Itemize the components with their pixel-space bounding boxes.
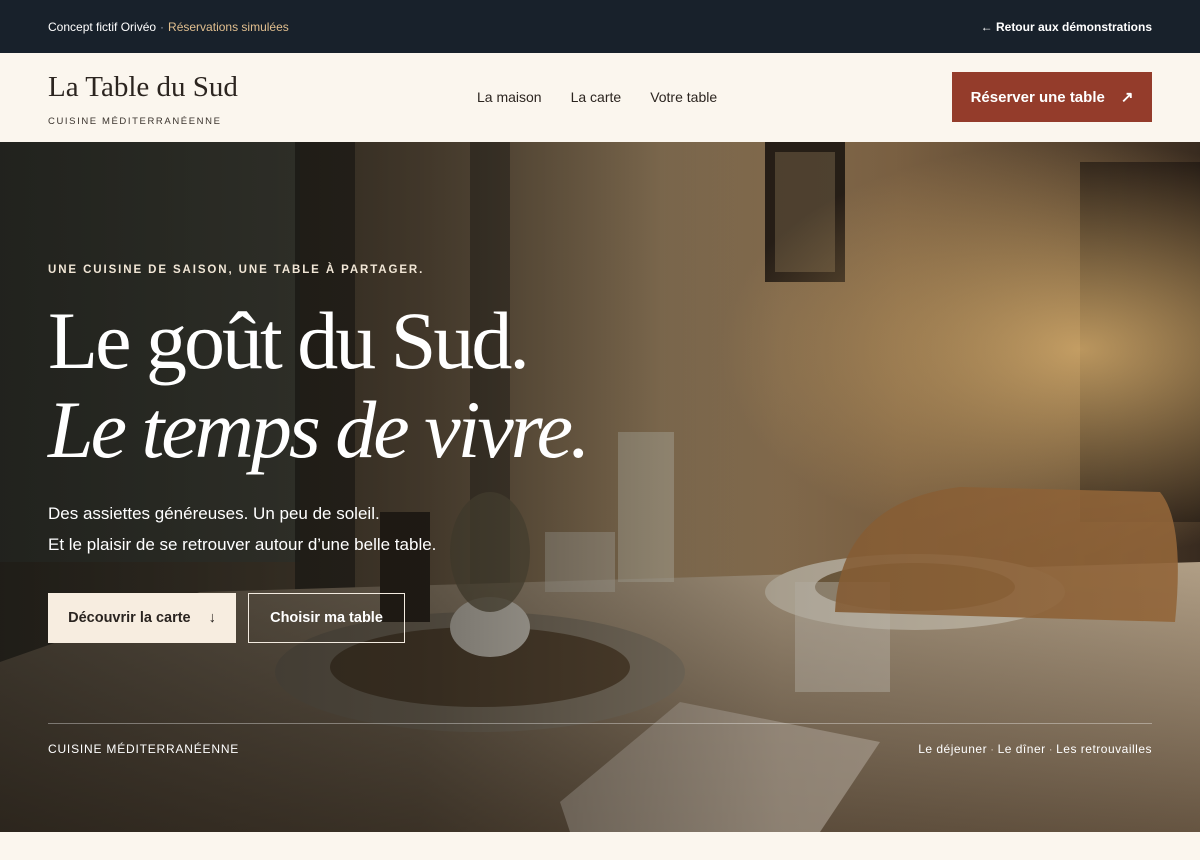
- brand-name: La Table du Sud: [48, 70, 238, 103]
- choose-table-label: Choisir ma table: [270, 610, 383, 626]
- nav-item-la-maison[interactable]: La maison: [477, 89, 542, 105]
- concept-label: Concept fictif Orivéo: [48, 19, 157, 34]
- main-nav: La maison La carte Votre table: [477, 89, 717, 105]
- hero-lead-line-2: Et le plaisir de se retrouver autour d’u…: [48, 535, 437, 554]
- hero-footer-cuisine: CUISINE MÉDITERRANÉENNE: [48, 742, 240, 756]
- hero-lead-line-1: Des assiettes généreuses. Un peu de sole…: [48, 504, 380, 523]
- demo-topbar: Concept fictif Orivéo · Réservations simul…: [0, 0, 1200, 53]
- separator-dot: ·: [160, 19, 165, 34]
- separator-dot: ·: [1048, 742, 1054, 756]
- arrow-down-icon: ↓: [208, 610, 216, 626]
- hero-headline-line-1: Le goût du Sud.: [48, 295, 530, 386]
- simulated-label: Réservations simulées: [168, 19, 289, 34]
- reserve-table-button[interactable]: Réserver une table ↗: [952, 72, 1152, 122]
- occasion-diner: Le dîner: [997, 742, 1046, 756]
- discover-menu-button[interactable]: Découvrir la carte ↓: [48, 593, 236, 643]
- brand-tagline: CUISINE MÉDITERRANÉENNE: [48, 115, 222, 127]
- site-header: La Table du Sud CUISINE MÉDITERRANÉENNE …: [0, 53, 1200, 142]
- choose-table-button[interactable]: Choisir ma table: [248, 593, 405, 643]
- demo-notice: Concept fictif Orivéo · Réservations simul…: [48, 20, 289, 34]
- reserve-button-label: Réserver une table: [970, 88, 1105, 106]
- brand[interactable]: La Table du Sud CUISINE MÉDITERRANÉENNE: [48, 69, 348, 127]
- occasion-retrouvailles: Les retrouvailles: [1056, 742, 1152, 756]
- nav-item-votre-table[interactable]: Votre table: [650, 89, 717, 105]
- hero-overlay: [0, 142, 1200, 832]
- hero-footer-occasions: Le déjeuner · Le dîner · Les retrouvailles: [918, 742, 1152, 756]
- hero-section: UNE CUISINE DE SAISON, UNE TABLE À PARTA…: [0, 142, 1200, 832]
- page-bottom-strip: [0, 832, 1200, 860]
- hero-eyebrow: UNE CUISINE DE SAISON, UNE TABLE À PARTA…: [48, 264, 425, 276]
- occasion-dejeuner: Le déjeuner: [918, 742, 988, 756]
- back-to-demos-link[interactable]: ← Retour aux démonstrations: [981, 20, 1152, 34]
- external-arrow-icon: ↗: [1120, 89, 1134, 106]
- discover-menu-label: Découvrir la carte: [68, 610, 191, 626]
- hero-headline-line-2: Le temps de vivre.: [48, 384, 591, 475]
- hero-divider: [48, 723, 1152, 724]
- separator-dot: ·: [990, 742, 995, 756]
- nav-item-la-carte[interactable]: La carte: [571, 89, 622, 105]
